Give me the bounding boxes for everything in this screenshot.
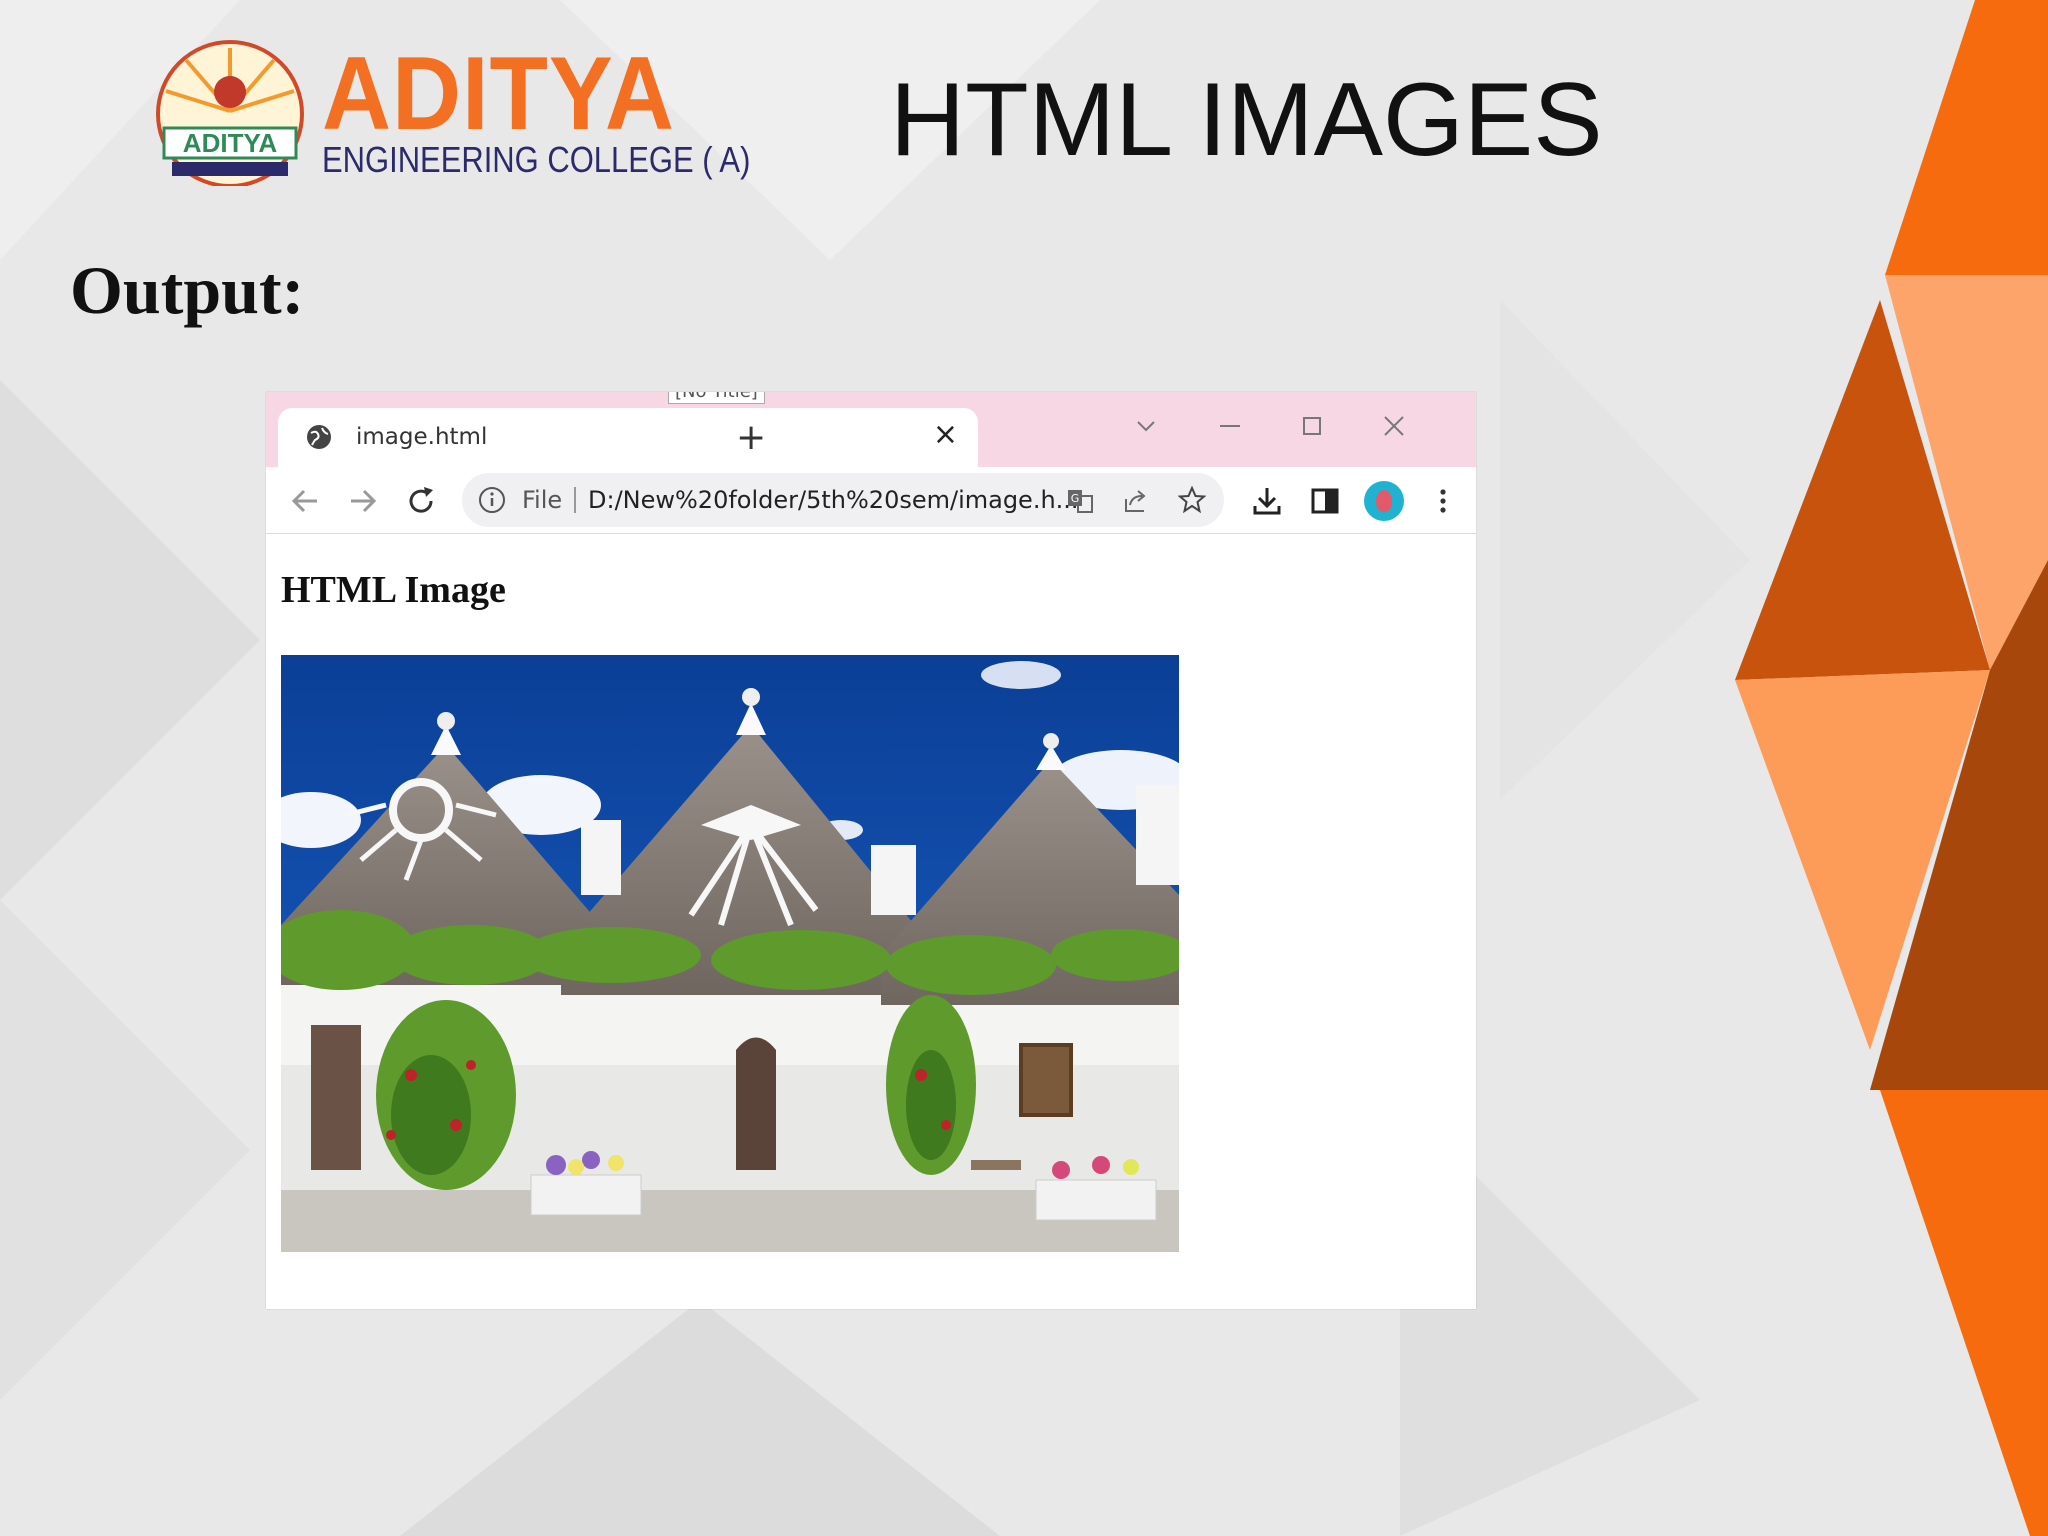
logo-subtitle: ENGINEERING COLLEGE ( A): [322, 139, 751, 180]
reload-icon[interactable]: [404, 484, 438, 518]
maximize-icon[interactable]: [1292, 406, 1332, 446]
star-bookmark-icon[interactable]: [1178, 486, 1206, 514]
close-tab-icon[interactable]: ×: [933, 420, 958, 450]
svg-text:G: G: [1071, 492, 1080, 505]
output-label: Output:: [70, 252, 305, 328]
page-heading: HTML Image: [281, 569, 506, 611]
address-url[interactable]: D:/New%20folder/5th%20sem/image.h...: [588, 486, 1079, 514]
browser-window: image.html × + [No Title]: [266, 392, 1476, 1309]
globe-icon: [307, 425, 331, 449]
share-icon[interactable]: [1122, 487, 1150, 515]
translate-icon[interactable]: G: [1066, 487, 1094, 515]
college-logo: ADITYA ADITYA ENGINEERING COLLEGE ( A): [150, 36, 750, 186]
minimize-icon[interactable]: [1210, 406, 1250, 446]
tab-tooltip: [No Title]: [668, 392, 765, 404]
slide-title: HTML IMAGES: [890, 62, 1603, 178]
address-bar[interactable]: File D:/New%20folder/5th%20sem/image.h..…: [462, 473, 1224, 527]
download-icon[interactable]: [1250, 484, 1284, 518]
file-scheme-label: File: [522, 486, 563, 514]
profile-avatar[interactable]: [1364, 481, 1404, 521]
tab-image-html[interactable]: image.html ×: [278, 408, 978, 467]
browser-toolbar: File D:/New%20folder/5th%20sem/image.h..…: [266, 467, 1476, 534]
college-seal-icon: ADITYA: [156, 40, 304, 186]
logo-wordmark: ADITYA: [322, 36, 675, 152]
info-icon[interactable]: [478, 486, 506, 514]
new-tab-button[interactable]: +: [736, 420, 766, 456]
side-panel-icon[interactable]: [1308, 484, 1342, 518]
address-separator: [574, 487, 576, 513]
svg-text:ADITYA: ADITYA: [183, 128, 278, 158]
back-arrow-icon[interactable]: [288, 484, 322, 518]
close-window-icon[interactable]: [1374, 406, 1414, 446]
tab-strip: image.html × + [No Title]: [266, 392, 1476, 467]
menu-kebab-icon[interactable]: [1426, 484, 1460, 518]
tab-title: image.html: [356, 424, 488, 450]
tab-search-icon[interactable]: [1126, 406, 1166, 446]
forward-arrow-icon[interactable]: [346, 484, 380, 518]
trulli-photo: [281, 655, 1179, 1252]
